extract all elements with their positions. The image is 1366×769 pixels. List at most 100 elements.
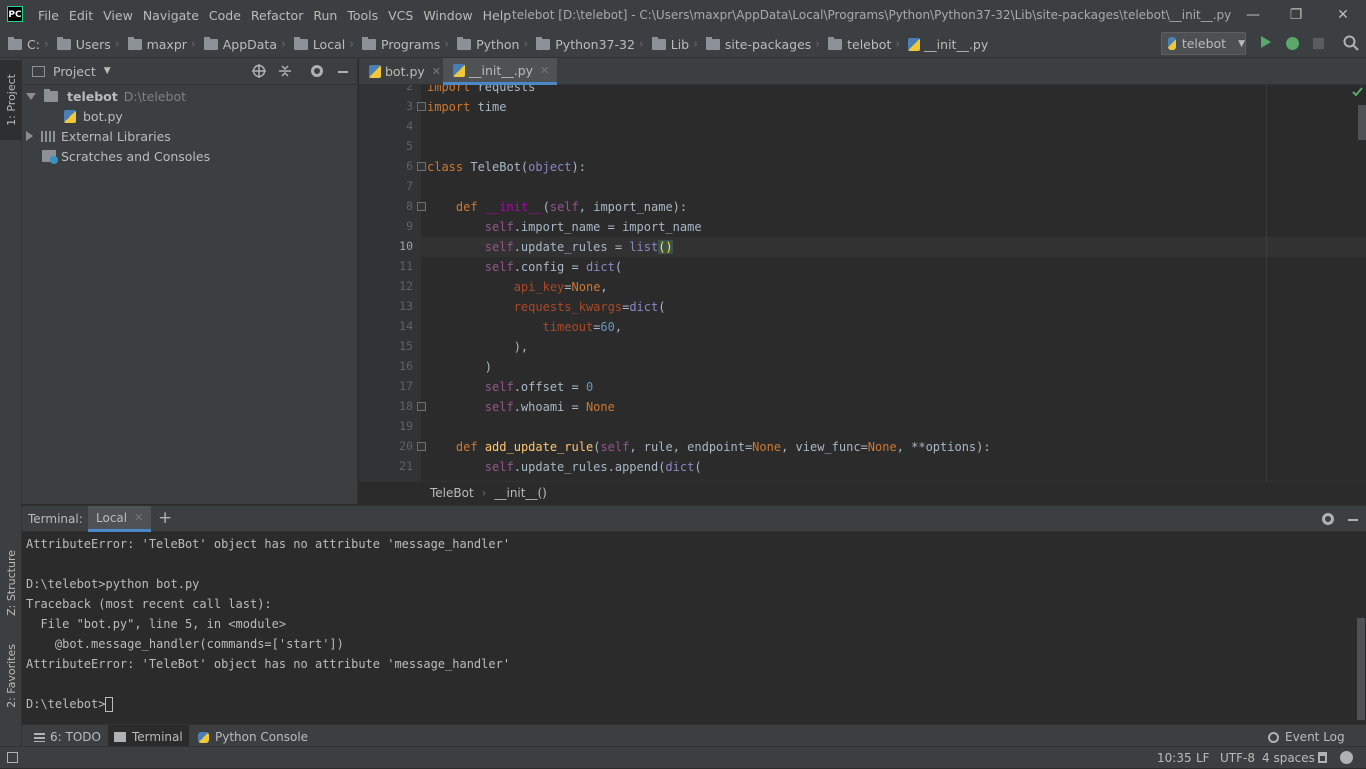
right-margin-guide <box>1266 85 1267 481</box>
menu-edit[interactable]: Edit <box>69 8 101 23</box>
chevron-down-icon: ▼ <box>1238 38 1245 49</box>
gear-icon[interactable] <box>1322 513 1334 525</box>
title-bar: PC File Edit View Navigate Code Refactor… <box>0 0 1366 30</box>
favorites-tool-tab[interactable]: 2: Favorites <box>0 633 22 718</box>
crumb-site-packages[interactable]: site-packages <box>704 36 811 52</box>
locate-icon[interactable] <box>252 64 266 78</box>
project-panel-title[interactable]: Project <box>53 64 96 79</box>
fold-marker-icon[interactable] <box>417 202 426 211</box>
file-encoding[interactable]: UTF-8 <box>1220 747 1255 769</box>
crumb-maxpr[interactable]: maxpr <box>126 36 187 52</box>
library-icon <box>41 130 55 142</box>
menu-view[interactable]: View <box>103 8 141 23</box>
tab-init-py[interactable]: __init__.py ✕ <box>443 58 558 85</box>
window-title: telebot [D:\telebot] - C:\Users\maxpr\Ap… <box>512 8 1232 22</box>
crumb-users[interactable]: Users <box>55 36 111 52</box>
inspector-icon[interactable] <box>1340 751 1353 764</box>
run-icon[interactable] <box>1261 36 1271 48</box>
line-separator[interactable]: LF <box>1196 747 1210 769</box>
terminal-scrollbar[interactable] <box>1357 618 1365 720</box>
close-tab-icon[interactable]: ✕ <box>432 65 441 78</box>
minimize-button[interactable]: — <box>1230 0 1276 30</box>
fold-marker-icon[interactable] <box>417 402 426 411</box>
folder-icon <box>8 36 22 50</box>
left-tool-strip: 1: Project Z: Structure 2: Favorites <box>0 58 22 746</box>
breadcrumb-class[interactable]: TeleBot <box>430 486 474 500</box>
crumb-drive[interactable]: C: <box>6 36 40 52</box>
chevron-down-icon[interactable]: ▼ <box>104 66 111 76</box>
fold-marker-icon[interactable] <box>417 162 426 171</box>
crumb-telebot[interactable]: telebot <box>826 36 891 52</box>
tree-item-bot-py[interactable]: bot.py <box>62 106 123 126</box>
fold-marker-icon[interactable] <box>417 102 426 111</box>
tree-item-telebot[interactable]: telebot D:\telebot <box>26 86 186 106</box>
terminal-line: AttributeError: 'TeleBot' object has no … <box>26 657 511 671</box>
crumb-local[interactable]: Local <box>292 36 345 52</box>
tree-item-external-libraries[interactable]: External Libraries <box>26 126 171 146</box>
menu-navigate[interactable]: Navigate <box>143 8 207 23</box>
menu-refactor[interactable]: Refactor <box>251 8 311 23</box>
terminal-output[interactable]: AttributeError: 'TeleBot' object has no … <box>22 532 1366 722</box>
tree-item-scratches[interactable]: Scratches and Consoles <box>42 146 210 166</box>
hide-panel-icon[interactable] <box>338 71 348 73</box>
folder-icon <box>56 36 71 50</box>
code-breadcrumb: TeleBot › __init__() <box>359 481 1366 504</box>
code-line: self.update_rules = list() <box>484 240 673 254</box>
lock-icon[interactable] <box>1318 752 1327 763</box>
line-number: 15 <box>399 339 413 353</box>
caret-position[interactable]: 10:35 <box>1157 747 1192 769</box>
code-line: ) <box>427 360 493 374</box>
hide-panel-icon[interactable] <box>1348 519 1358 521</box>
crumb-programs[interactable]: Programs <box>360 36 440 52</box>
project-tool-tab[interactable]: 1: Project <box>0 60 22 140</box>
menu-tools[interactable]: Tools <box>347 8 386 23</box>
menu-vcs[interactable]: VCS <box>388 8 421 23</box>
collapse-all-icon[interactable] <box>278 64 292 78</box>
stop-icon[interactable] <box>1313 38 1324 49</box>
crumb-python37[interactable]: Python37-32 <box>534 36 635 52</box>
menu-code[interactable]: Code <box>209 8 249 23</box>
terminal-label: Terminal: <box>28 512 83 526</box>
pycharm-logo: PC <box>7 6 23 22</box>
breadcrumb-method[interactable]: __init__() <box>494 486 546 500</box>
gear-icon[interactable] <box>311 65 323 77</box>
close-tab-icon[interactable]: ✕ <box>540 64 549 77</box>
debug-icon[interactable] <box>1286 37 1299 50</box>
editor-scrollbar[interactable] <box>1358 105 1366 140</box>
code-editor[interactable]: 2 3 4 5 6 7 8 9 10 11 12 13 14 15 16 17 … <box>359 85 1366 481</box>
run-configuration-select[interactable]: telebot ▼ <box>1161 32 1246 55</box>
crumb-init-py[interactable]: __init__.py <box>906 37 988 52</box>
terminal-tab-local[interactable]: Local ✕ <box>88 506 152 532</box>
structure-tool-tab[interactable]: Z: Structure <box>0 538 22 628</box>
menu-file[interactable]: File <box>38 8 67 23</box>
search-icon[interactable] <box>1343 35 1359 51</box>
terminal-line: D:\telebot>python bot.py <box>26 577 200 591</box>
indent-setting[interactable]: 4 spaces <box>1262 747 1315 769</box>
tool-windows-icon[interactable] <box>7 752 18 763</box>
terminal-line: Traceback (most recent call last): <box>26 597 272 611</box>
new-terminal-icon[interactable]: + <box>158 508 172 528</box>
menu-run[interactable]: Run <box>313 8 345 23</box>
close-window-button[interactable]: ✕ <box>1320 0 1366 30</box>
event-log-icon <box>1268 731 1279 743</box>
editor-tab-bar: bot.py ✕ __init__.py ✕ <box>359 58 1366 85</box>
line-number: 8 <box>406 199 413 213</box>
expand-arrow-icon[interactable] <box>26 92 36 100</box>
crumb-python[interactable]: Python <box>455 36 519 52</box>
crumb-appdata[interactable]: AppData <box>202 36 277 52</box>
project-icon <box>32 65 45 77</box>
maximize-button[interactable]: ❐ <box>1273 0 1319 30</box>
expand-arrow-icon[interactable] <box>26 131 33 141</box>
terminal-prompt[interactable]: D:\telebot> <box>26 694 114 714</box>
code-line: def __init__(self, import_name): <box>455 200 688 214</box>
fold-marker-icon[interactable] <box>417 442 426 451</box>
crumb-lib[interactable]: Lib <box>650 36 689 52</box>
menu-window[interactable]: Window <box>423 8 480 23</box>
tab-bot-py[interactable]: bot.py ✕ <box>359 58 449 85</box>
line-number-gutter: 2 3 4 5 6 7 8 9 10 11 12 13 14 15 16 17 … <box>359 85 421 481</box>
menu-bar: File Edit View Navigate Code Refactor Ru… <box>38 0 521 30</box>
terminal-line: @bot.message_handler(commands=['start']) <box>26 637 344 651</box>
line-number: 17 <box>399 379 413 393</box>
close-tab-icon[interactable]: ✕ <box>134 511 143 524</box>
terminal-cursor <box>105 697 114 712</box>
